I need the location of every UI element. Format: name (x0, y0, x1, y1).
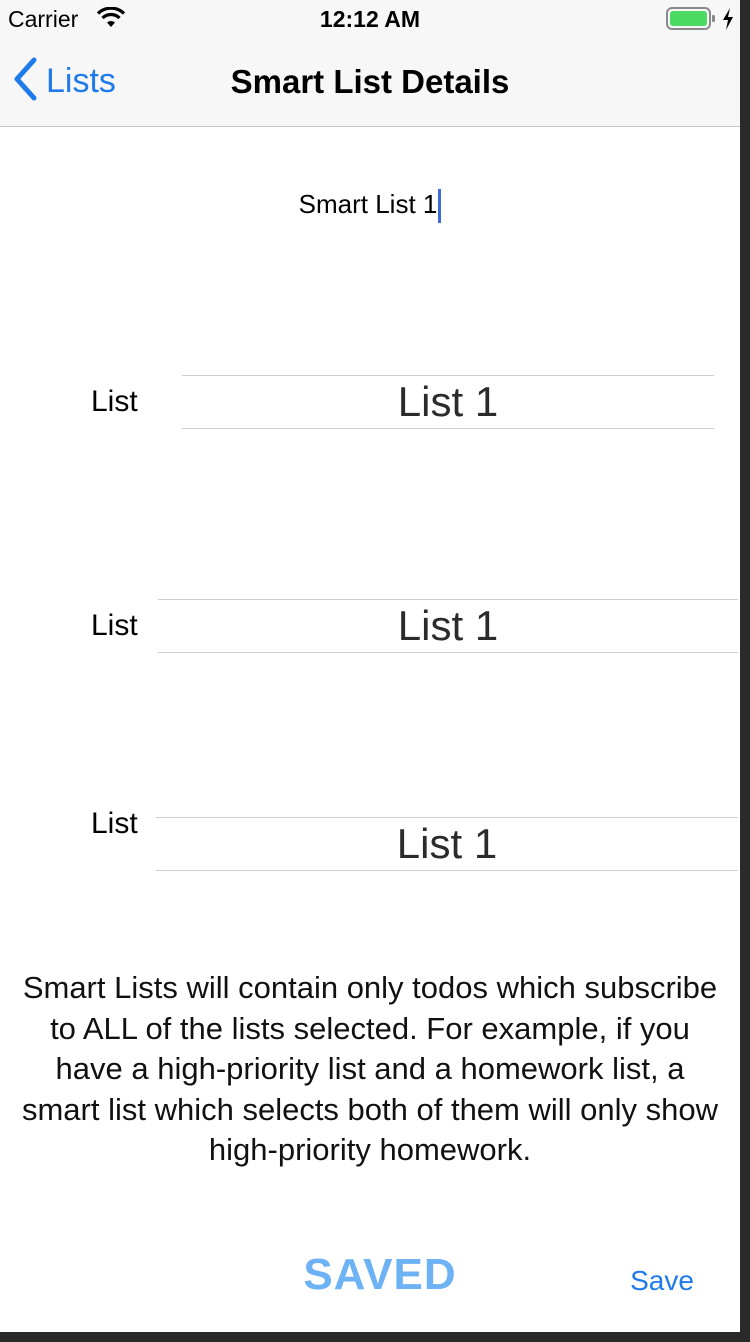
smart-list-name-value: Smart List 1 (298, 189, 438, 219)
app-screen: Carrier 12:12 AM Lists Smart List Detail… (0, 0, 740, 1332)
status-bar: Carrier 12:12 AM (0, 0, 740, 40)
frame-edge-right (740, 0, 750, 1342)
list-picker-2[interactable]: List 1 (158, 599, 738, 653)
list-picker-2-value: List 1 (397, 602, 499, 649)
saved-status: SAVED (303, 1250, 457, 1299)
smart-list-name-field[interactable]: Smart List 1 (200, 182, 540, 226)
navigation-bar: Carrier 12:12 AM Lists Smart List Detail… (0, 0, 740, 127)
list-picker-1[interactable]: List 1 (182, 375, 714, 429)
list-row-3-label: List (91, 807, 138, 840)
list-row-2-label: List (91, 609, 138, 642)
battery-charging-icon (666, 7, 715, 30)
save-button[interactable]: Save (612, 1265, 712, 1297)
list-picker-3[interactable]: List 1 (156, 817, 738, 871)
list-row-1-label: List (91, 385, 138, 418)
smart-list-explanation: Smart Lists will contain only todos whic… (21, 970, 719, 1167)
list-picker-1-value: List 1 (397, 378, 499, 425)
list-picker-3-value: List 1 (396, 820, 498, 867)
status-time: 12:12 AM (319, 6, 421, 32)
page-title: Smart List Details (230, 63, 510, 100)
frame-edge-bottom (0, 1332, 750, 1342)
text-caret (438, 189, 442, 224)
charging-bolt-icon (722, 8, 734, 36)
